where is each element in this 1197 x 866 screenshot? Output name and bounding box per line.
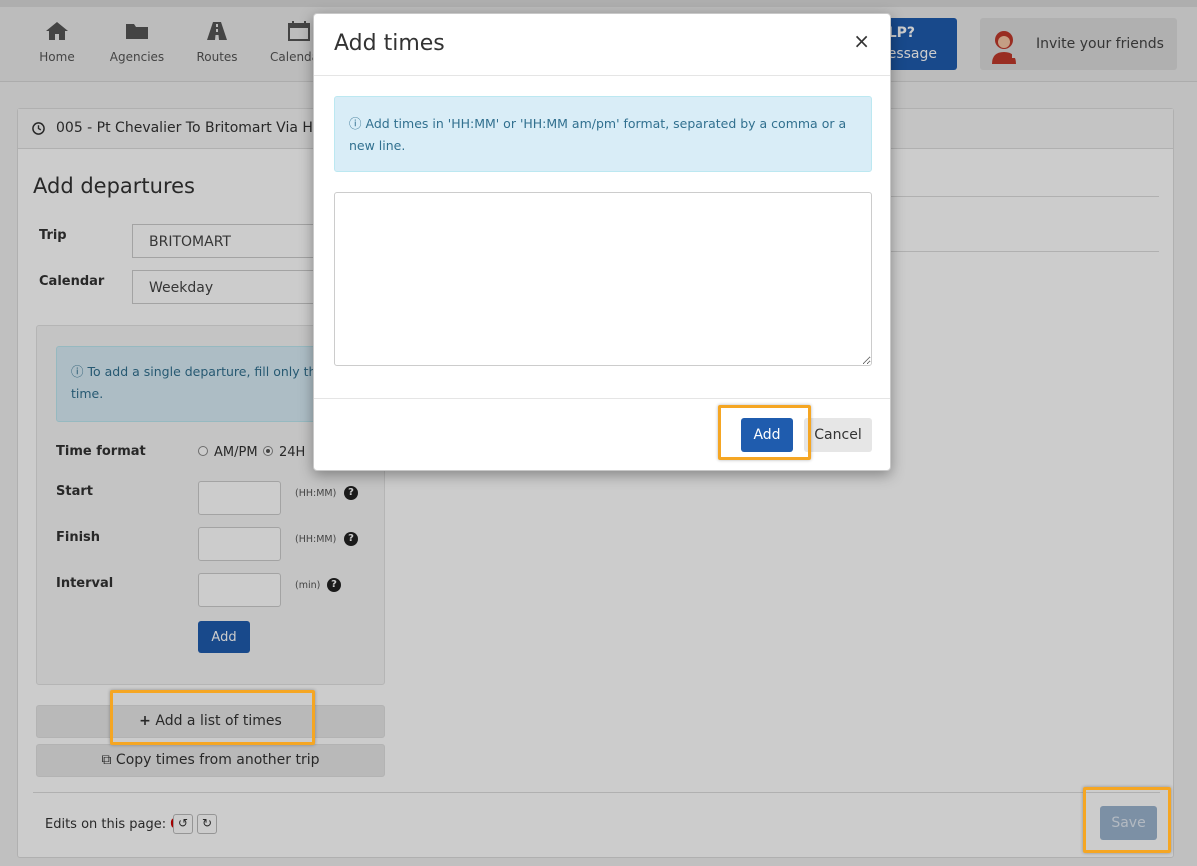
info-icon: ⓘ <box>349 116 366 131</box>
times-textarea[interactable] <box>334 192 872 366</box>
modal-cancel-button[interactable]: Cancel <box>804 418 872 452</box>
highlight-add-list <box>110 690 315 745</box>
highlight-save <box>1083 787 1171 853</box>
modal-info-alert: ⓘ Add times in 'HH:MM' or 'HH:MM am/pm' … <box>334 96 872 172</box>
modal-title: Add times <box>334 31 445 56</box>
modal-footer-divider <box>314 398 890 399</box>
highlight-modal-add <box>718 405 811 460</box>
close-icon[interactable]: × <box>853 29 870 53</box>
add-times-modal: Add times × ⓘ Add times in 'HH:MM' or 'H… <box>313 13 891 471</box>
modal-info-text: Add times in 'HH:MM' or 'HH:MM am/pm' fo… <box>349 116 847 153</box>
modal-header: Add times × <box>314 14 890 76</box>
